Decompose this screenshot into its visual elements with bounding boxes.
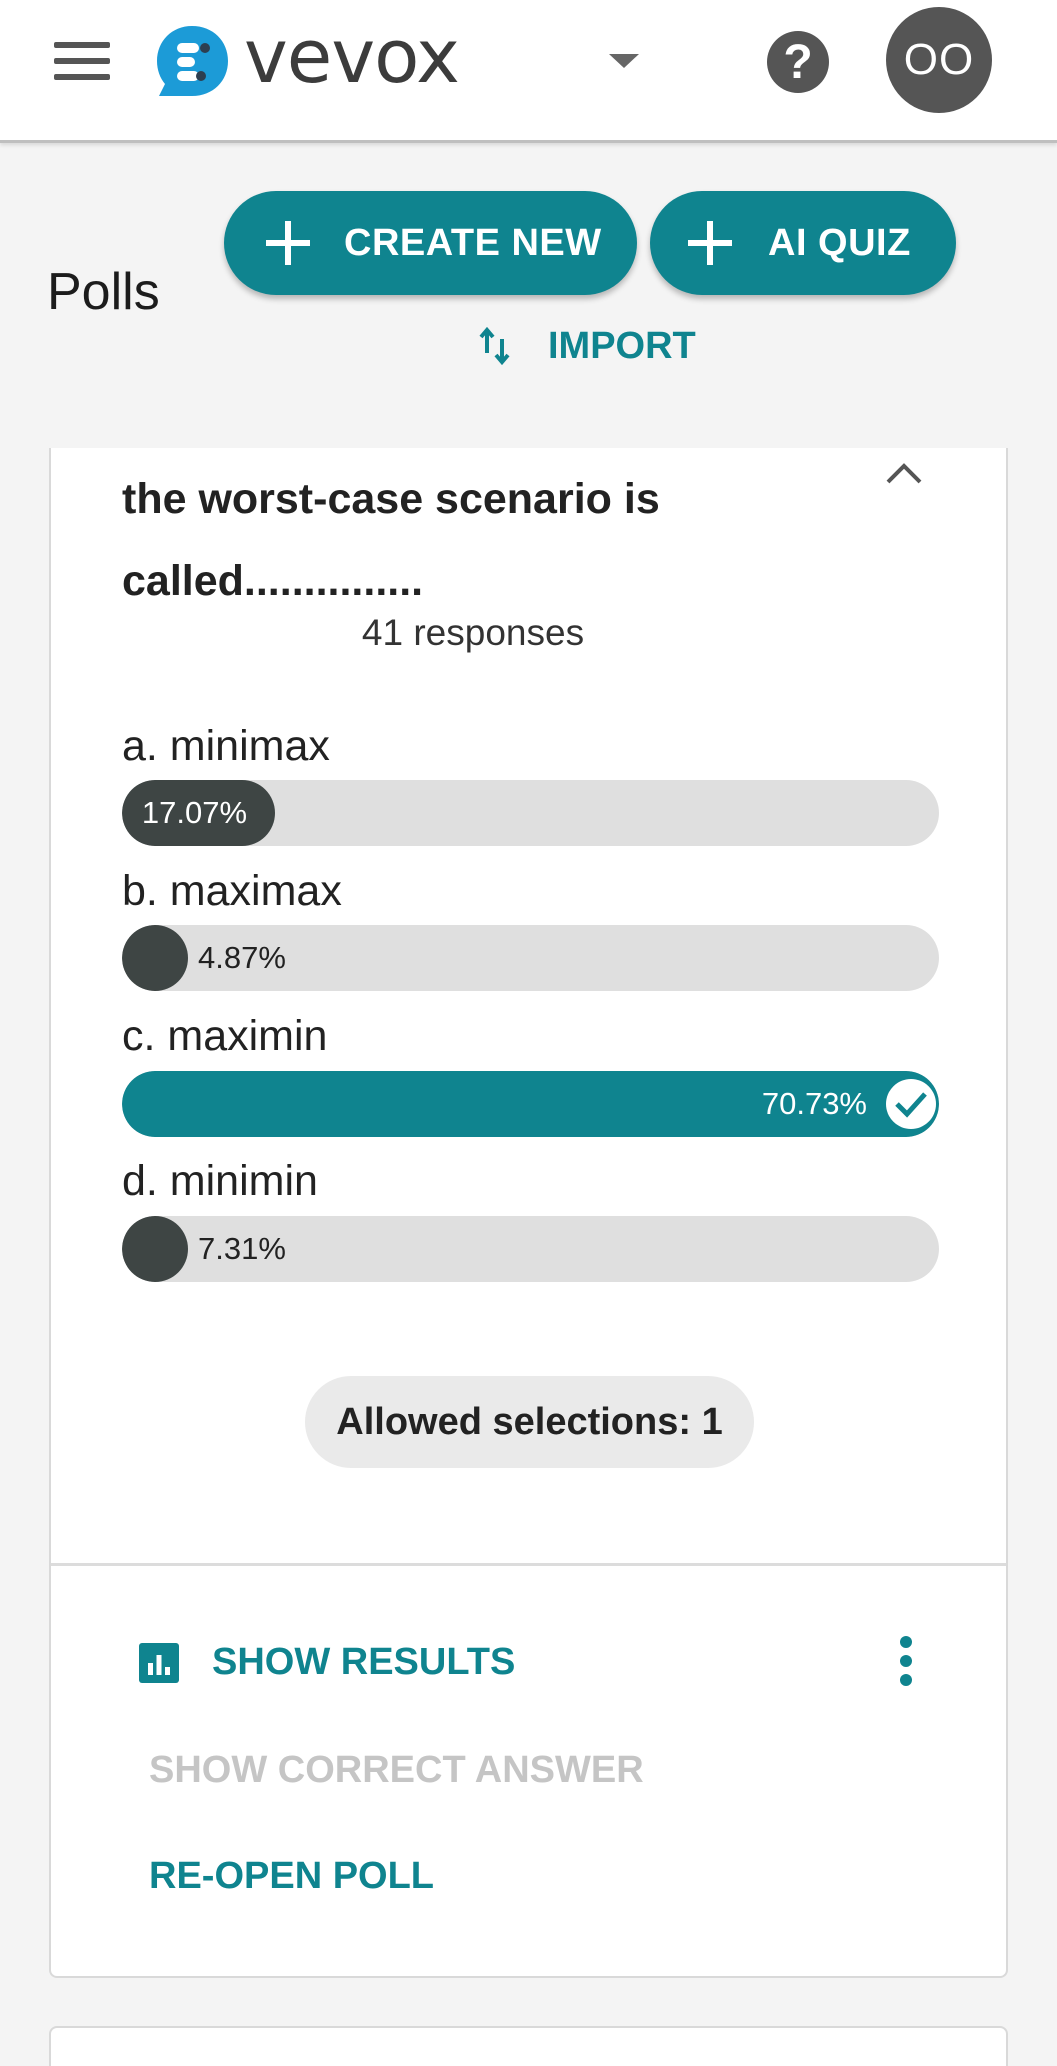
ai-quiz-label: AI QUIZ	[768, 221, 911, 264]
bar-chart-icon	[139, 1642, 179, 1683]
ai-quiz-button[interactable]: AI QUIZ	[650, 191, 956, 295]
show-correct-answer-button[interactable]: SHOW CORRECT ANSWER	[149, 1749, 644, 1792]
caret-down-icon[interactable]	[609, 52, 639, 70]
divider	[51, 1563, 1006, 1566]
result-bar-fill	[122, 1216, 188, 1282]
chevron-up-icon[interactable]	[884, 460, 924, 486]
swap-vertical-icon	[479, 326, 510, 366]
allowed-selections-badge: Allowed selections: 1	[305, 1376, 754, 1468]
option-label: a. minimax	[122, 722, 330, 770]
import-label: IMPORT	[548, 324, 696, 367]
create-new-label: CREATE NEW	[344, 221, 602, 264]
more-options-icon[interactable]	[900, 1636, 912, 1686]
poll-question: the worst-case scenario is called.......…	[122, 458, 842, 622]
correct-check-icon	[886, 1079, 936, 1129]
user-avatar[interactable]: OO	[886, 7, 992, 113]
help-icon: ?	[783, 35, 813, 89]
result-bar: 70.73%	[122, 1071, 939, 1137]
vevox-logo-icon[interactable]	[155, 24, 230, 98]
plus-icon	[266, 221, 310, 265]
brand-wordmark[interactable]: vevox	[244, 14, 460, 100]
show-results-button[interactable]: SHOW RESULTS	[139, 1641, 515, 1684]
option-label: d. minimin	[122, 1157, 318, 1205]
response-count: 41 responses	[361, 612, 585, 653]
top-app-bar: vevox ? OO	[0, 0, 1057, 143]
result-bar: 17.07%	[122, 780, 939, 846]
poll-card: the worst-case scenario is called.......…	[49, 448, 1008, 1978]
import-button[interactable]: IMPORT	[478, 323, 696, 369]
reopen-poll-button[interactable]: RE-OPEN POLL	[149, 1855, 434, 1898]
result-percent: 70.73%	[761, 1086, 867, 1121]
result-bar: 7.31%	[122, 1216, 939, 1282]
poll-question-line: the worst-case scenario is	[122, 475, 660, 523]
show-results-label: SHOW RESULTS	[212, 1641, 516, 1683]
result-bar-fill	[122, 925, 188, 991]
help-button[interactable]: ?	[767, 31, 829, 93]
next-poll-card	[49, 2026, 1008, 2066]
plus-icon	[688, 221, 732, 265]
page-title: Polls	[47, 263, 160, 321]
result-percent: 4.87%	[198, 940, 286, 975]
poll-question-line: called...............	[122, 557, 424, 605]
result-bar: 4.87%	[122, 925, 939, 991]
hamburger-menu-icon[interactable]	[54, 42, 110, 80]
option-label: b. maximax	[122, 867, 342, 915]
result-percent: 17.07%	[141, 795, 248, 830]
result-percent: 7.31%	[198, 1231, 286, 1266]
avatar-initials: OO	[903, 35, 975, 84]
create-new-button[interactable]: CREATE NEW	[224, 191, 637, 295]
option-label: c. maximin	[122, 1012, 328, 1060]
